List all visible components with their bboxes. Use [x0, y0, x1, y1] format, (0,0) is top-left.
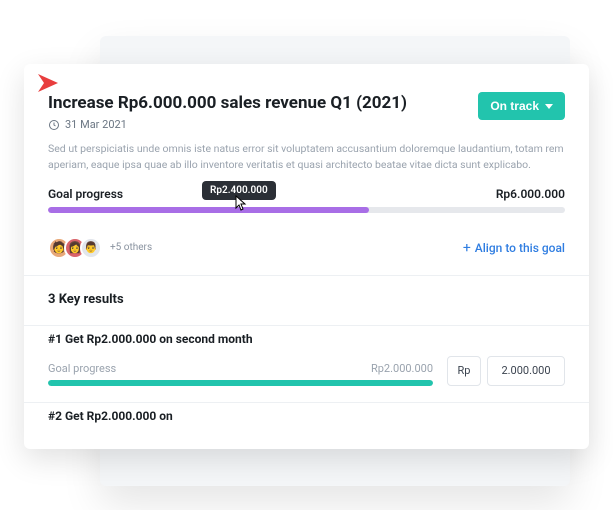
due-date: 31 Mar 2021: [65, 118, 127, 131]
avatar-stack[interactable]: 🧑 👩 👨 +5 others: [48, 237, 152, 259]
chevron-down-icon: [545, 104, 553, 109]
key-result-progress: Goal progress Rp2.000.000: [48, 362, 433, 386]
kr-progress-fill: [48, 380, 433, 386]
status-label: On track: [490, 99, 539, 113]
goal-header: Increase Rp6.000.000 sales revenue Q1 (2…: [24, 64, 589, 141]
brand-logo: [36, 72, 62, 94]
key-results-header: 3 Key results: [24, 276, 589, 325]
kr-progress-label: Goal progress: [48, 362, 116, 375]
align-to-goal-link[interactable]: + Align to this goal: [463, 241, 565, 255]
currency-unit[interactable]: Rp: [447, 356, 481, 386]
others-count: +5 others: [110, 242, 152, 253]
goal-progress-fill: [48, 207, 369, 213]
due-date-row: 31 Mar 2021: [48, 118, 407, 131]
kr-progress-bar[interactable]: [48, 380, 433, 386]
goal-progress-bar[interactable]: [48, 207, 565, 213]
progress-label: Goal progress: [48, 187, 123, 201]
status-button[interactable]: On track: [478, 92, 565, 120]
align-label: Align to this goal: [475, 241, 565, 255]
plus-icon: +: [463, 241, 471, 255]
goal-title: Increase Rp6.000.000 sales revenue Q1 (2…: [48, 92, 407, 114]
key-result-item: #2 Get Rp2.000.000 on: [24, 403, 589, 449]
kr-progress-value: Rp2.000.000: [371, 362, 433, 375]
key-result-title: #1 Get Rp2.000.000 on second month: [48, 332, 565, 346]
people-row: 🧑 👩 👨 +5 others + Align to this goal: [24, 227, 589, 275]
key-result-title: #2 Get Rp2.000.000 on: [48, 409, 565, 423]
progress-target: Rp6.000.000: [496, 187, 565, 201]
goal-card: Increase Rp6.000.000 sales revenue Q1 (2…: [24, 64, 589, 449]
avatar: 👨: [80, 237, 102, 259]
kr-value-input-group: Rp 2.000.000: [447, 356, 565, 386]
key-result-item: #1 Get Rp2.000.000 on second month Goal …: [24, 326, 589, 402]
goal-progress-section: Goal progress Rp6.000.000 Rp2.400.000: [24, 187, 589, 227]
goal-description: Sed ut perspiciatis unde omnis iste natu…: [24, 141, 589, 187]
value-input[interactable]: 2.000.000: [487, 356, 565, 386]
progress-tooltip: Rp2.400.000: [202, 181, 276, 200]
clock-icon: [48, 119, 60, 131]
